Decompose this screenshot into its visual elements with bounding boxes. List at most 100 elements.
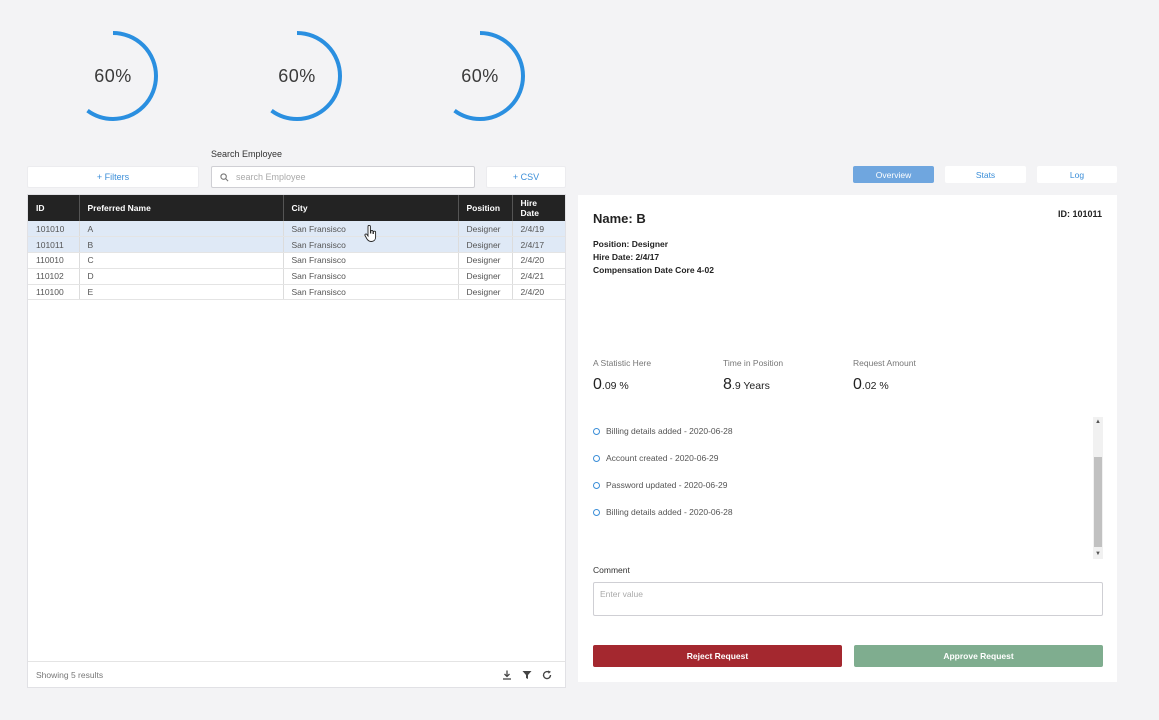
cell-name: B xyxy=(79,236,284,254)
cell-id: 110100 xyxy=(28,284,80,301)
cell-hire-date: 2/4/17 xyxy=(512,236,565,254)
employee-table-panel: ID Preferred Name City Position Hire Dat… xyxy=(27,194,566,688)
cell-position: Designer xyxy=(458,236,513,254)
search-input[interactable] xyxy=(236,172,466,182)
timeline-dot-icon xyxy=(593,454,600,462)
stat-value: 0.09 % xyxy=(593,376,651,394)
timeline-item: Billing details added - 2020-06-28 xyxy=(593,424,733,438)
cell-hire-date: 2/4/21 xyxy=(512,268,565,285)
comment-input[interactable] xyxy=(593,582,1103,616)
timeline-item: Password updated - 2020-06-29 xyxy=(593,478,727,492)
table-row[interactable]: 110102 D San Fransisco Designer 2/4/21 xyxy=(28,268,565,285)
employee-table: ID Preferred Name City Position Hire Dat… xyxy=(28,195,565,301)
timeline-text: Billing details added - 2020-06-28 xyxy=(606,507,733,517)
gauge-1: 60% xyxy=(65,28,161,124)
cell-name: D xyxy=(79,268,284,285)
stat-value-minor: .02 % xyxy=(861,380,889,392)
filters-button[interactable]: + Filters xyxy=(27,166,199,188)
download-icon[interactable] xyxy=(501,669,513,681)
gauge-3-value: 60% xyxy=(461,65,499,86)
table-footer-actions xyxy=(501,669,557,681)
stat-request-amount: Request Amount 0.02 % xyxy=(853,358,916,394)
employee-detail-panel: Name: B ID: 101011 Position: Designer Hi… xyxy=(578,195,1117,682)
timeline-text: Password updated - 2020-06-29 xyxy=(606,480,728,490)
gauge-2: 60% xyxy=(249,28,345,124)
cell-position: Designer xyxy=(458,252,513,269)
stat-statistic: A Statistic Here 0.09 % xyxy=(593,358,651,394)
cell-id: 110010 xyxy=(28,252,80,269)
timeline-dot-icon xyxy=(593,508,600,516)
stat-label: A Statistic Here xyxy=(593,358,652,368)
cell-id: 101011 xyxy=(28,236,80,254)
stat-label: Time in Position xyxy=(723,358,784,368)
table-row[interactable]: 101011 B San Fransisco Designer 2/4/17 xyxy=(28,236,565,254)
cell-position: Designer xyxy=(458,221,513,238)
timeline-dot-icon xyxy=(593,427,600,435)
approve-request-button[interactable]: Approve Request xyxy=(854,645,1103,667)
table-row[interactable]: 110100 E San Fransisco Designer 2/4/20 xyxy=(28,284,565,301)
employee-info: Position: Designer Hire Date: 2/4/17 Com… xyxy=(593,238,714,277)
search-label: Search Employee xyxy=(211,149,283,159)
column-header-hire-date[interactable]: Hire Date xyxy=(512,195,565,221)
tab-overview[interactable]: Overview xyxy=(853,166,934,183)
employee-position: Position: Designer xyxy=(593,239,669,249)
filter-icon[interactable] xyxy=(521,669,533,681)
refresh-icon[interactable] xyxy=(541,669,553,681)
gauge-3: 60% xyxy=(432,28,528,124)
results-count: Showing 5 results xyxy=(36,669,104,680)
employee-id: ID: 101011 xyxy=(1057,209,1102,219)
hand-pointer-icon xyxy=(364,224,378,243)
cell-city: San Fransisco xyxy=(283,268,459,285)
column-header-position[interactable]: Position xyxy=(458,195,513,221)
employee-hire-date: Hire Date: 2/4/17 xyxy=(593,252,660,262)
gauge-2-value: 60% xyxy=(278,65,316,86)
tab-stats[interactable]: Stats xyxy=(945,166,1026,183)
reject-request-button[interactable]: Reject Request xyxy=(593,645,842,667)
cell-id: 101010 xyxy=(28,221,80,238)
table-footer: Showing 5 results xyxy=(28,661,565,687)
stat-value: 8.9 Years xyxy=(723,376,783,394)
table-row[interactable]: 110010 C San Fransisco Designer 2/4/20 xyxy=(28,252,565,269)
table-header-row: ID Preferred Name City Position Hire Dat… xyxy=(28,195,565,221)
table-row[interactable]: 101010 A San Fransisco Designer 2/4/19 xyxy=(28,221,565,238)
stat-value: 0.02 % xyxy=(853,376,916,394)
timeline-item: Account created - 2020-06-29 xyxy=(593,451,718,465)
timeline-scrollbar-thumb[interactable] xyxy=(1094,457,1102,547)
search-icon xyxy=(218,171,230,183)
csv-button[interactable]: + CSV xyxy=(486,166,566,188)
cell-position: Designer xyxy=(458,268,513,285)
stat-value-major: 0 xyxy=(593,376,602,393)
scroll-down-arrow-icon[interactable]: ▼ xyxy=(1095,551,1101,557)
cell-hire-date: 2/4/19 xyxy=(512,221,565,238)
search-field[interactable] xyxy=(211,166,475,188)
timeline-text: Account created - 2020-06-29 xyxy=(606,453,719,463)
cell-hire-date: 2/4/20 xyxy=(512,284,565,301)
employee-name: Name: B xyxy=(593,211,646,226)
scroll-up-arrow-icon[interactable]: ▲ xyxy=(1095,419,1101,425)
stat-value-minor: .9 Years xyxy=(731,380,770,392)
cell-name: A xyxy=(79,221,284,238)
activity-timeline: Billing details added - 2020-06-28 Accou… xyxy=(593,417,1103,559)
cell-id: 110102 xyxy=(28,268,80,285)
stat-time-in-position: Time in Position 8.9 Years xyxy=(723,358,783,394)
employee-comp-date: Compensation Date Core 4-02 xyxy=(593,265,714,275)
gauge-1-value: 60% xyxy=(94,65,132,86)
cell-city: San Fransisco xyxy=(283,284,459,301)
cell-name: E xyxy=(79,284,284,301)
column-header-id[interactable]: ID xyxy=(28,195,80,221)
cell-city: San Fransisco xyxy=(283,252,459,269)
comment-label: Comment xyxy=(593,565,630,575)
cell-name: C xyxy=(79,252,284,269)
stat-value-minor: .09 % xyxy=(601,380,629,392)
stat-value-major: 0 xyxy=(853,376,862,393)
cell-hire-date: 2/4/20 xyxy=(512,252,565,269)
cell-position: Designer xyxy=(458,284,513,301)
stat-value-major: 8 xyxy=(723,376,732,393)
timeline-dot-icon xyxy=(593,481,600,489)
stat-label: Request Amount xyxy=(853,358,916,368)
tab-log[interactable]: Log xyxy=(1037,166,1117,183)
timeline-item: Billing details added - 2020-06-28 xyxy=(593,505,733,519)
column-header-city[interactable]: City xyxy=(283,195,459,221)
timeline-text: Billing details added - 2020-06-28 xyxy=(606,426,733,436)
column-header-name[interactable]: Preferred Name xyxy=(79,195,284,221)
